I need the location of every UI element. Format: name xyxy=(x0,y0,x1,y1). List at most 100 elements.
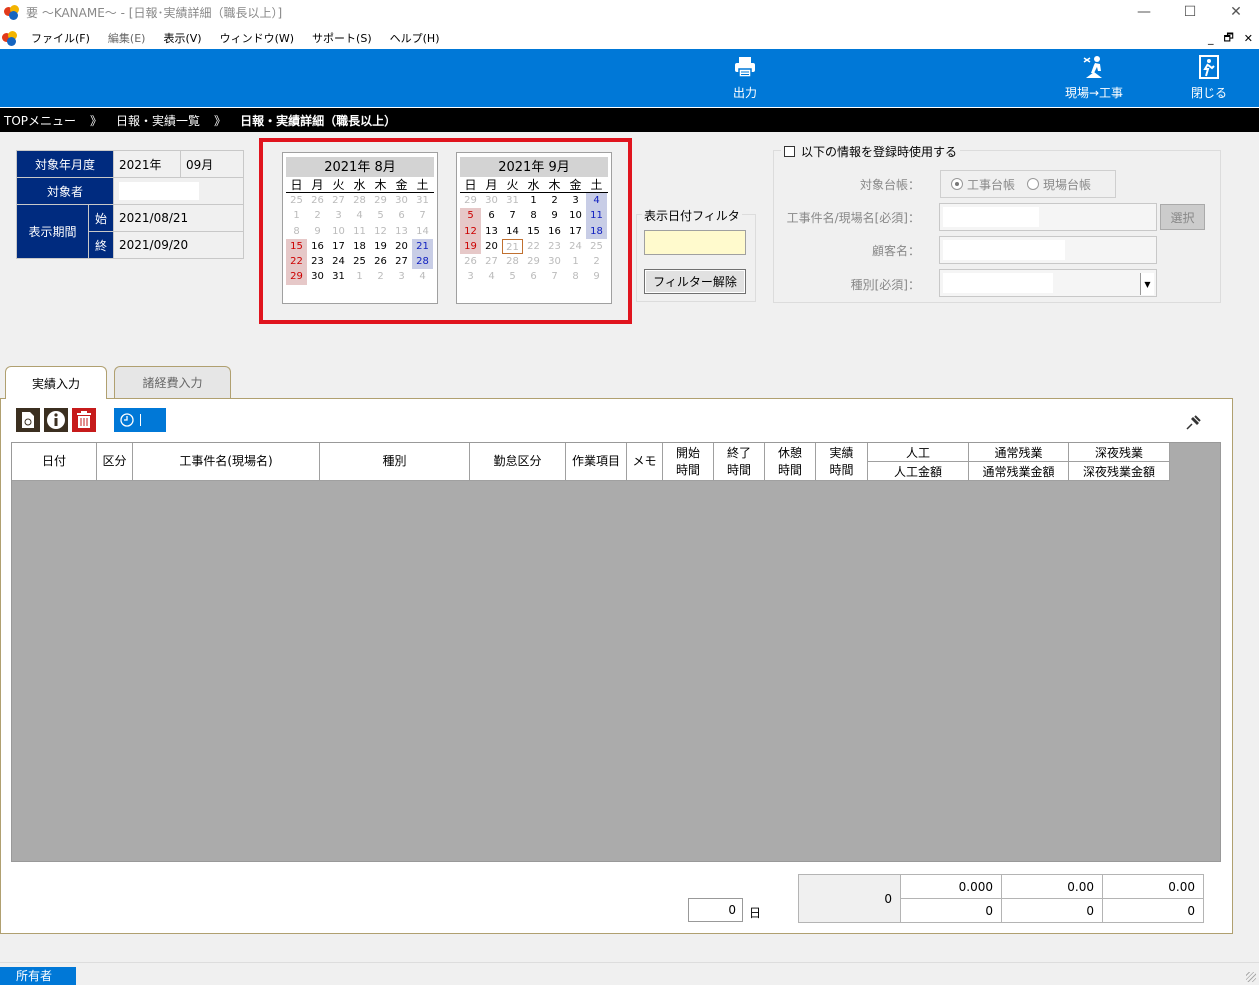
calendar-day[interactable]: 16 xyxy=(544,224,565,239)
calendar-day[interactable]: 11 xyxy=(349,224,370,239)
calendar-day[interactable]: 26 xyxy=(307,193,328,208)
close-screen-button[interactable]: 閉じる xyxy=(1190,53,1228,105)
calendar-day[interactable]: 23 xyxy=(544,239,565,254)
calendar-day[interactable]: 3 xyxy=(391,269,412,284)
menu-help[interactable]: ヘルプ(H) xyxy=(381,30,449,46)
close-window-button[interactable]: ✕ xyxy=(1213,0,1259,24)
column-manpower[interactable]: 人工 人工金額 xyxy=(868,443,969,481)
calendar-day[interactable]: 2 xyxy=(370,269,391,284)
print-button[interactable]: 出力 xyxy=(726,53,764,105)
calendar-day[interactable]: 7 xyxy=(502,208,523,223)
calendar-august[interactable]: 2021年 8月 日月火水木金土 25 26 27 28 29 30 31 1 2 3 4 5 6 7 8 9… xyxy=(282,152,438,304)
menu-file[interactable]: ファイル(F) xyxy=(22,30,99,46)
calendar-day[interactable]: 21 xyxy=(412,238,433,255)
info-icon[interactable] xyxy=(44,408,68,432)
type-select[interactable]: ▼ xyxy=(939,269,1157,297)
calendar-day[interactable]: 29 xyxy=(286,269,307,285)
column-late-overtime[interactable]: 深夜残業 深夜残業金額 xyxy=(1069,443,1170,481)
register-use-checkbox[interactable]: 以下の情報を登録時使用する xyxy=(781,143,961,160)
calendar-day[interactable]: 5 xyxy=(460,208,481,224)
calendar-days[interactable]: 29 30 31 1 2 3 4 5 6 7 8 9 10 11 12 13 14 15 16 17 18 19 20 21 2… xyxy=(460,193,608,285)
column-overtime[interactable]: 通常残業 通常残業金額 xyxy=(969,443,1069,481)
calendar-day[interactable]: 2 xyxy=(586,254,607,269)
calendar-day[interactable]: 19 xyxy=(370,239,391,254)
calendar-day[interactable]: 13 xyxy=(391,224,412,239)
resize-grip-icon[interactable] xyxy=(1246,972,1256,982)
person-value[interactable] xyxy=(113,177,244,205)
column-category[interactable]: 区分 xyxy=(97,443,133,481)
calendar-day[interactable]: 2 xyxy=(307,208,328,223)
calendar-day[interactable]: 12 xyxy=(460,223,481,239)
calendar-day[interactable]: 24 xyxy=(565,239,586,254)
column-start-time[interactable]: 開始 時間 xyxy=(663,443,714,481)
calendar-day[interactable]: 9 xyxy=(307,224,328,239)
calendar-day[interactable]: 15 xyxy=(286,238,307,255)
calendar-day[interactable]: 10 xyxy=(328,224,349,239)
column-break-time[interactable]: 休憩 時間 xyxy=(765,443,816,481)
calendar-day[interactable]: 8 xyxy=(286,224,307,239)
calendar-day[interactable]: 1 xyxy=(349,269,370,284)
column-memo[interactable]: メモ xyxy=(627,443,663,481)
minimize-button[interactable]: — xyxy=(1121,0,1167,24)
calendar-day[interactable]: 17 xyxy=(328,239,349,254)
calendar-day[interactable]: 20 xyxy=(391,239,412,254)
calendar-day[interactable]: 27 xyxy=(481,254,502,269)
trash-icon[interactable] xyxy=(72,408,96,432)
calendar-day[interactable]: 5 xyxy=(370,208,391,223)
calendar-day[interactable]: 31 xyxy=(328,269,349,284)
breadcrumb-list[interactable]: 日報・実績一覧 xyxy=(116,112,200,129)
calendar-day[interactable]: 28 xyxy=(502,254,523,269)
calendar-day[interactable]: 3 xyxy=(565,193,586,208)
calendar-day[interactable]: 23 xyxy=(307,254,328,269)
mdi-restore-button[interactable]: 🗗 xyxy=(1223,29,1233,48)
pin-icon[interactable] xyxy=(1184,414,1202,432)
select-work-button[interactable]: 選択 xyxy=(1160,204,1205,230)
calendar-day[interactable]: 29 xyxy=(370,193,391,208)
calendar-day[interactable]: 9 xyxy=(586,269,607,284)
calendar-day[interactable]: 5 xyxy=(502,269,523,284)
year-value[interactable]: 2021年 xyxy=(113,150,181,178)
calendar-day[interactable]: 4 xyxy=(349,208,370,223)
mdi-minimize-button[interactable]: _ xyxy=(1208,32,1214,45)
calendar-day[interactable]: 2 xyxy=(544,193,565,208)
calendar-day[interactable]: 7 xyxy=(412,208,433,223)
calendar-day[interactable]: 6 xyxy=(481,208,502,223)
calendar-day[interactable]: 1 xyxy=(523,193,544,208)
calendar-day[interactable]: 29 xyxy=(523,254,544,269)
calendar-day[interactable]: 18 xyxy=(349,239,370,254)
calendar-day[interactable]: 4 xyxy=(412,269,433,284)
calendar-day[interactable]: 14 xyxy=(502,224,523,239)
calendar-day[interactable]: 4 xyxy=(586,193,607,209)
calendar-day[interactable]: 22 xyxy=(286,254,307,270)
calendar-day[interactable]: 16 xyxy=(307,239,328,254)
calendar-day[interactable]: 25 xyxy=(286,193,307,208)
calendar-day[interactable]: 27 xyxy=(391,254,412,269)
menu-view[interactable]: 表示(V) xyxy=(154,30,210,46)
calendar-day[interactable]: 25 xyxy=(349,254,370,269)
calendar-day[interactable]: 28 xyxy=(349,193,370,208)
actual-records-grid[interactable]: 日付 区分 工事件名(現場名) 種別 勤怠区分 作業項目 メモ 開始 時間 終了時… xyxy=(11,442,1221,862)
calendar-day[interactable]: 30 xyxy=(391,193,412,208)
calendar-day[interactable]: 6 xyxy=(523,269,544,284)
calendar-day[interactable]: 8 xyxy=(523,208,544,223)
column-type[interactable]: 種別 xyxy=(320,443,470,481)
radio-site-ledger[interactable]: 現場台帳 xyxy=(1027,176,1091,193)
calendar-day[interactable]: 29 xyxy=(460,193,481,208)
calendar-day[interactable]: 11 xyxy=(586,208,607,224)
calendar-day[interactable]: 30 xyxy=(307,269,328,284)
calendar-day[interactable]: 30 xyxy=(544,254,565,269)
calendar-day[interactable]: 31 xyxy=(412,193,433,208)
calendar-day[interactable]: 26 xyxy=(460,254,481,269)
column-task[interactable]: 作業項目 xyxy=(566,443,627,481)
column-end-time[interactable]: 終了 時間 xyxy=(714,443,765,481)
calendar-day[interactable]: 3 xyxy=(328,208,349,223)
calendar-day[interactable]: 8 xyxy=(565,269,586,284)
calendar-day[interactable]: 10 xyxy=(565,208,586,223)
work-name-field[interactable] xyxy=(939,203,1157,231)
calendar-day[interactable]: 7 xyxy=(544,269,565,284)
calendar-day[interactable]: 22 xyxy=(523,239,544,254)
calendar-day[interactable]: 21 xyxy=(502,238,523,255)
chevron-down-icon[interactable]: ▼ xyxy=(1140,273,1154,295)
calendar-day[interactable]: 1 xyxy=(565,254,586,269)
tab-actual[interactable]: 実績入力 xyxy=(5,366,107,399)
